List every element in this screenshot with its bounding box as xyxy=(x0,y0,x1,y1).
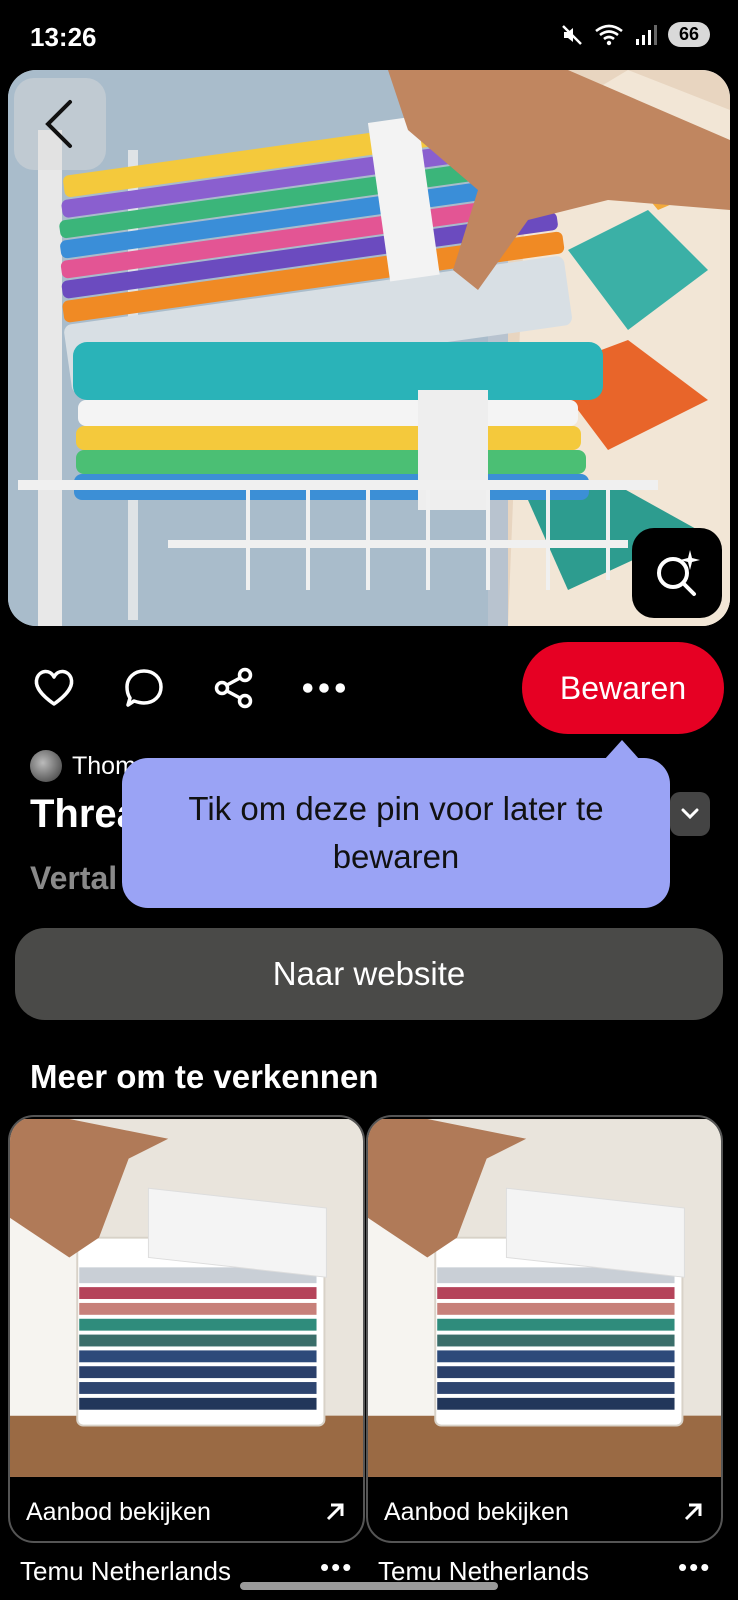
status-icons: 66 xyxy=(560,22,710,47)
arrow-up-right-icon xyxy=(684,1503,702,1521)
author-row[interactable]: Thom xyxy=(30,748,136,784)
tooltip-text: Tik om deze pin voor later te bewaren xyxy=(188,790,604,875)
tooltip-pointer xyxy=(604,740,640,760)
avatar[interactable] xyxy=(30,750,62,782)
back-button[interactable] xyxy=(14,78,106,170)
pin-image[interactable] xyxy=(8,70,730,626)
more-section-title: Meer om te verkennen xyxy=(30,1058,379,1095)
status-time: 13:26 xyxy=(30,22,97,52)
save-button[interactable]: Bewaren xyxy=(522,642,724,734)
comment-icon xyxy=(125,669,163,707)
share-button[interactable] xyxy=(212,666,256,710)
comment-button[interactable] xyxy=(122,666,166,710)
card-source[interactable]: Temu Netherlands xyxy=(20,1556,231,1587)
visual-search-button[interactable] xyxy=(632,528,722,618)
card-label[interactable]: Aanbod bekijken xyxy=(26,1498,211,1527)
wifi-icon xyxy=(595,24,623,45)
related-pin-image xyxy=(368,1119,721,1477)
expand-description-button[interactable] xyxy=(670,792,710,836)
card-label[interactable]: Aanbod bekijken xyxy=(384,1498,569,1527)
more-options-button[interactable] xyxy=(302,666,346,710)
signal-icon xyxy=(636,24,657,45)
mute-icon xyxy=(562,24,582,45)
related-pin-card[interactable]: Aanbod bekijken xyxy=(366,1115,723,1543)
like-button[interactable] xyxy=(32,666,76,710)
card-more-icon[interactable]: ••• xyxy=(320,1552,353,1583)
share-icon xyxy=(214,667,253,709)
arrow-up-right-icon xyxy=(326,1503,344,1521)
chevron-left-icon xyxy=(45,100,72,148)
pin-image-illustration xyxy=(8,70,730,626)
lens-search-icon xyxy=(657,550,700,596)
battery-indicator: 66 xyxy=(668,22,710,47)
visit-website-button[interactable]: Naar website xyxy=(15,928,723,1020)
save-tooltip[interactable]: Tik om deze pin voor later te bewaren xyxy=(122,758,670,908)
translate-link[interactable]: Vertal xyxy=(30,860,117,897)
ellipsis-icon xyxy=(302,683,346,693)
card-footer[interactable]: Aanbod bekijken xyxy=(10,1479,363,1541)
card-footer[interactable]: Aanbod bekijken xyxy=(368,1479,721,1541)
chevron-down-icon xyxy=(681,808,699,820)
home-indicator[interactable] xyxy=(240,1582,498,1590)
card-more-icon[interactable]: ••• xyxy=(678,1552,711,1583)
status-bar: 13:26 66 xyxy=(0,0,738,72)
related-pin-image xyxy=(10,1119,363,1477)
related-pin-card[interactable]: Aanbod bekijken xyxy=(8,1115,365,1543)
heart-icon xyxy=(34,669,74,706)
